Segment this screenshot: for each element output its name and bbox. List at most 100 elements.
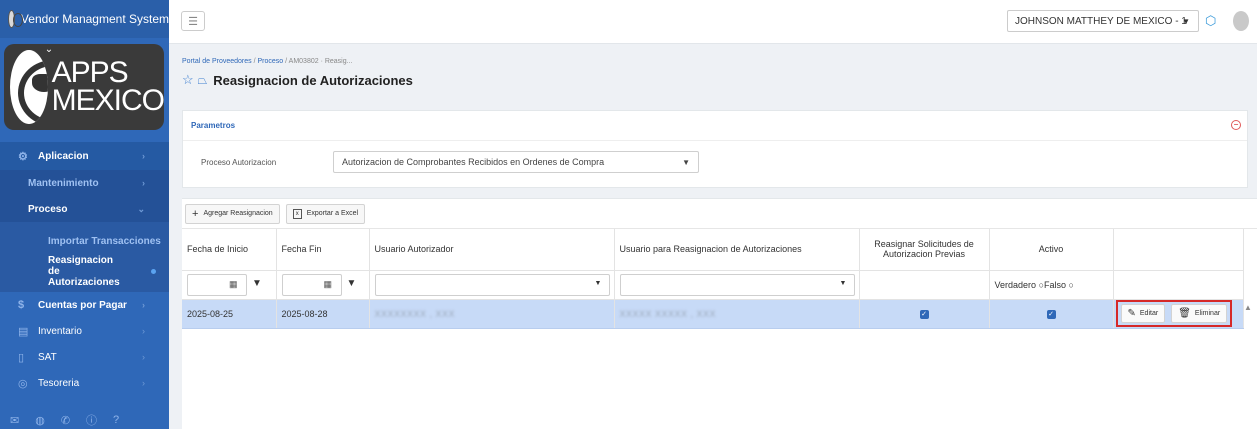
filter-icon[interactable]: ▼ <box>252 278 262 289</box>
sidebar-item-importar-transacciones[interactable]: Importar Transacciones <box>0 228 169 254</box>
dropdown-arrow-icon: ▼ <box>594 279 602 287</box>
edit-button[interactable]: ✎ Editar <box>1120 304 1166 323</box>
column-header-reassign-to[interactable]: Usuario para Reasignacion de Autorizacio… <box>614 229 860 271</box>
breadcrumb: Portal de Proveedores / Proceso / AM0380… <box>182 58 353 65</box>
sidebar-item-aplicacion[interactable]: ⚙ Aplicacion › <box>0 142 169 170</box>
logo-line-2: MEXICO <box>51 84 165 117</box>
reassignment-grid: + Agregar Reasignacion x Exportar a Exce… <box>182 198 1257 429</box>
breadcrumb-root[interactable]: Portal de Proveedores <box>182 58 252 65</box>
hamburger-icon: ☰ <box>188 15 198 28</box>
table-row[interactable]: 2025-08-25 2025-08-28 XXXXXXXX , XXX XXX… <box>182 299 1244 329</box>
treasury-icon: ◎ <box>18 377 28 390</box>
pencil-icon: ✎ <box>1127 308 1136 319</box>
calendar-icon[interactable]: ▦ <box>229 279 238 290</box>
sidebar-item-mantenimiento[interactable]: Mantenimiento › <box>0 170 169 196</box>
parameters-title: Parametros <box>191 121 236 130</box>
column-header-actions <box>1113 229 1244 271</box>
help-icon[interactable]: ? <box>113 414 119 426</box>
chevron-icon: › <box>142 326 145 336</box>
inventory-icon: ▤ <box>18 325 29 338</box>
chevron-icon: › <box>142 352 145 362</box>
star-icon[interactable]: ☆ <box>182 72 194 88</box>
aztec-emblem-icon <box>10 50 48 124</box>
top-bar: ☰ JOHNSON MATTHEY DE MEXICO - 1 ▼ ⬡ <box>169 0 1257 44</box>
trash-icon: 🗑 <box>1178 308 1191 319</box>
cell-reassign-to: XXXXX XXXXX , XXX <box>619 308 717 319</box>
add-reassignment-button[interactable]: + Agregar Reasignacion <box>185 203 280 224</box>
delete-button[interactable]: 🗑 Eliminar <box>1171 304 1228 323</box>
apps-mexico-logo: ⌄ APPS MEXICO <box>4 44 165 130</box>
parameters-panel: Parametros − Proceso Autorizacion Autori… <box>182 110 1248 188</box>
sidebar-item-label: Cuentas por Pagar <box>38 299 127 311</box>
end-date-filter-input[interactable] <box>281 273 342 296</box>
row-actions: ✎ Editar 🗑 Eliminar <box>1115 300 1233 327</box>
avatar[interactable] <box>1233 11 1249 31</box>
breadcrumb-leaf: AM03802 · Reasig... <box>288 58 353 65</box>
document-icon: ▯ <box>18 351 25 364</box>
tag-icon[interactable]: ⏢ <box>198 73 208 88</box>
company-select-value: JOHNSON MATTHEY DE MEXICO - 1 <box>1015 15 1187 27</box>
collapse-icon[interactable]: − <box>1231 120 1241 130</box>
sidebar-item-label: Proceso <box>28 203 68 215</box>
logo-line-1: APPS <box>51 55 129 89</box>
apps-icon: ⚙ <box>18 150 28 163</box>
export-excel-button[interactable]: x Exportar a Excel <box>285 203 366 224</box>
globe-icon <box>8 10 23 28</box>
cube-icon[interactable]: ⬡ <box>1205 13 1221 29</box>
globe-icon[interactable]: ◍ <box>35 414 45 427</box>
column-header-end[interactable]: Fecha Fin <box>276 229 370 271</box>
column-header-active[interactable]: Activo <box>989 229 1114 271</box>
filter-true-label: Verdadero <box>994 279 1037 290</box>
sidebar-item-proceso[interactable]: Proceso ⌄ <box>0 196 169 222</box>
sidebar-item-label: Mantenimiento <box>28 177 99 189</box>
active-checkbox[interactable]: ✓ <box>1046 310 1056 319</box>
company-select[interactable]: JOHNSON MATTHEY DE MEXICO - 1 ▼ <box>1007 10 1199 32</box>
column-header-start[interactable]: Fecha de Inicio <box>182 229 277 271</box>
chevron-icon: › <box>142 300 145 310</box>
sidebar-item-cuentas-por-pagar[interactable]: $ Cuentas por Pagar › <box>0 292 169 318</box>
calendar-icon[interactable]: ▦ <box>324 279 333 290</box>
filter-row: ▦ ▼ ▦ ▼ ▼ ▼ Verdadero ○Falso ○ <box>182 270 1244 300</box>
filter-false-radio[interactable]: ○ <box>1069 280 1074 290</box>
phone-icon[interactable]: ✆ <box>61 414 70 427</box>
menu-toggle-button[interactable]: ☰ <box>181 11 205 31</box>
chat-icon[interactable]: ✉ <box>10 414 19 427</box>
excel-icon: x <box>292 208 302 219</box>
column-header-reassign-previous[interactable]: Reasignar Solicitudes de Autorizacion Pr… <box>859 229 990 271</box>
money-icon: $ <box>18 299 25 311</box>
sidebar-item-sat[interactable]: ▯ SAT › <box>0 344 169 370</box>
sidebar-item-label: Inventario <box>38 325 82 337</box>
sidebar-item-reasignacion[interactable]: Reasignacion de Autorizaciones <box>0 254 156 288</box>
sidebar-item-label: Aplicacion <box>38 150 89 162</box>
sidebar-footer: ✉ ◍ ✆ ⓘ ? <box>0 411 169 429</box>
reassign-previous-checkbox[interactable]: ✓ <box>919 310 929 319</box>
start-date-filter-input[interactable] <box>187 273 247 296</box>
process-select[interactable]: Autorizacion de Comprobantes Recibidos e… <box>333 151 699 173</box>
info-icon[interactable]: ⓘ <box>86 412 97 428</box>
chevron-icon: › <box>142 378 145 388</box>
filter-icon[interactable]: ▼ <box>347 278 357 289</box>
authorizer-filter-select[interactable] <box>374 273 610 296</box>
breadcrumb-mid[interactable]: Proceso <box>258 58 284 65</box>
page-title: Reasignacion de Autorizaciones <box>213 72 413 88</box>
grid-scrollbar[interactable]: ▲ <box>1243 303 1253 428</box>
sidebar-item-tesoreria[interactable]: ◎ Tesoreria › <box>0 370 169 396</box>
page-header: ☆ ⏢ Reasignacion de Autorizaciones <box>182 72 413 88</box>
reassign-to-filter-select[interactable] <box>619 273 855 296</box>
chevron-icon: ⌄ <box>137 203 145 214</box>
filter-false-label: Falso <box>1044 279 1067 290</box>
app-brand[interactable]: Vendor Managment System <box>0 0 169 38</box>
chevron-icon: › <box>142 178 145 188</box>
chevron-down-icon[interactable]: ⌄ <box>42 44 56 55</box>
sidebar-item-inventario[interactable]: ▤ Inventario › <box>0 318 169 344</box>
sidebar-item-label: SAT <box>38 351 57 363</box>
cell-authorizer: XXXXXXXX , XXX <box>374 308 456 319</box>
sidebar-item-label: Reasignacion de Autorizaciones <box>48 254 120 288</box>
plus-icon: + <box>192 207 199 220</box>
cell-start: 2025-08-25 <box>182 299 277 329</box>
process-select-value: Autorizacion de Comprobantes Recibidos e… <box>342 157 605 167</box>
grid-toolbar: + Agregar Reasignacion x Exportar a Exce… <box>182 199 1257 229</box>
column-header-authorizer[interactable]: Usuario Autorizador <box>369 229 615 271</box>
cell-end: 2025-08-28 <box>276 299 370 329</box>
scroll-up-icon[interactable]: ▲ <box>1243 303 1253 312</box>
